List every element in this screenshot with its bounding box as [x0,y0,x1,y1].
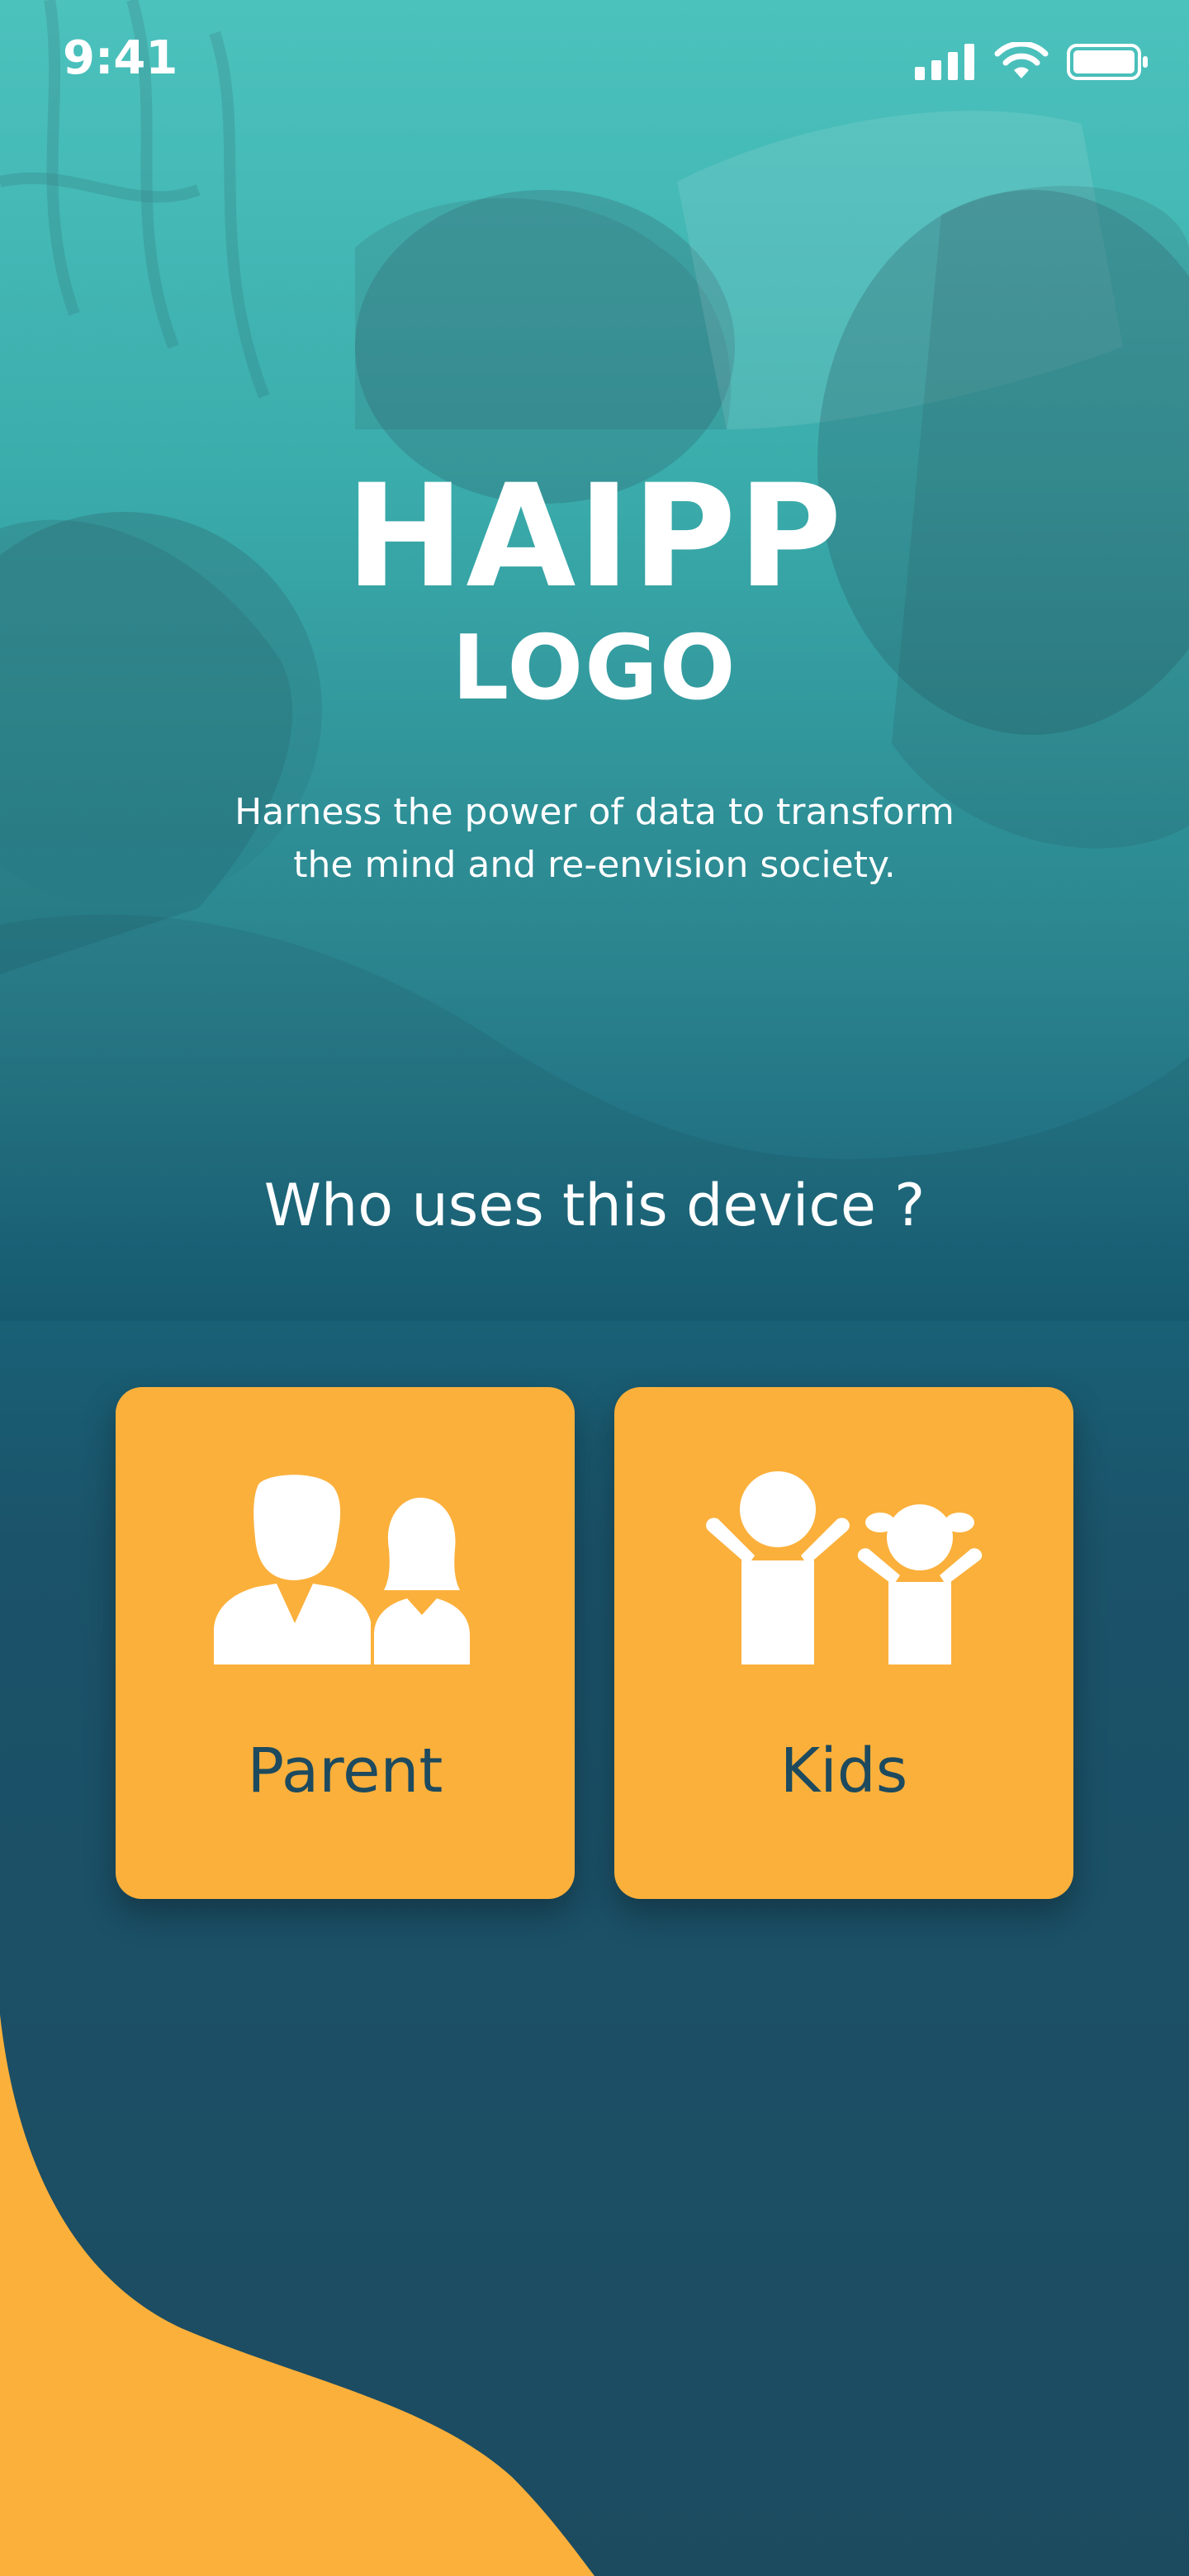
tagline-line-2: the mind and re-envision society. [293,844,896,886]
status-time: 9:41 [63,31,178,85]
tagline-line-1: Harness the power of data to transform [234,791,955,833]
tagline: Harness the power of data to transform t… [182,786,1007,892]
parent-option-card[interactable]: Parent [116,1387,575,1899]
kids-option-card[interactable]: Kids [614,1387,1073,1899]
device-user-question: Who uses this device ? [263,1172,926,1239]
decorative-wave [0,2015,594,2576]
app-logo-subtitle: LOGO [452,617,737,720]
status-icons [915,41,1149,83]
kids-icon [614,1470,1073,1684]
battery-icon [1067,44,1148,80]
wifi-icon [994,42,1049,78]
kids-option-label: Kids [779,1735,908,1807]
app-logo-title: HAIPP [345,453,844,619]
parent-option-label: Parent [247,1735,443,1807]
status-bar: 9:41 [0,0,1189,124]
signal-icon [915,44,974,80]
parent-couple-icon [116,1470,575,1684]
screen: 9:41 HAIPP LOGO Harness the power of dat [0,0,1189,2576]
